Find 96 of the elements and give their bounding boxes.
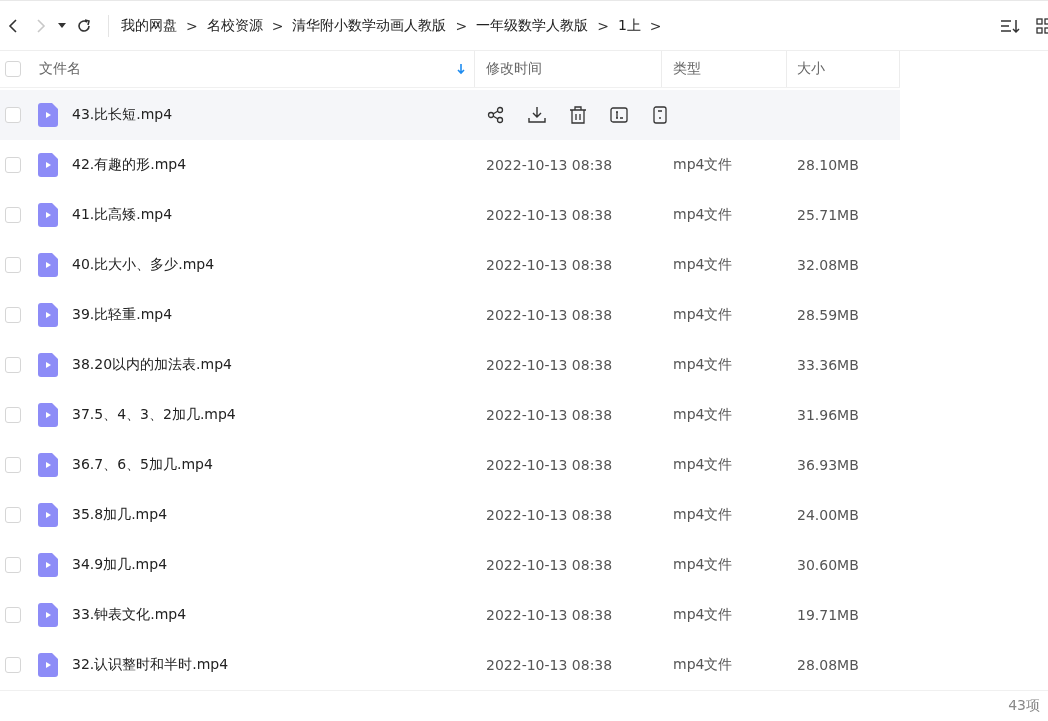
file-size: 33.36MB xyxy=(797,357,859,374)
file-name[interactable]: 42.有趣的形.mp4 xyxy=(72,156,187,175)
column-header[interactable]: 大小 xyxy=(797,60,825,79)
row-checkbox[interactable] xyxy=(5,207,21,224)
row-checkbox[interactable] xyxy=(5,107,21,124)
download-icon xyxy=(528,106,546,125)
video-file-icon xyxy=(38,553,58,578)
video-file-icon xyxy=(38,253,58,278)
breadcrumb-separator: > xyxy=(271,17,284,34)
file-size: 31.96MB xyxy=(797,407,859,424)
rename-icon xyxy=(610,106,628,125)
video-file-icon xyxy=(38,403,58,428)
file-name[interactable]: 39.比轻重.mp4 xyxy=(72,306,173,325)
item-count: 43项 xyxy=(1008,697,1040,716)
file-name[interactable]: 37.5、4、3、2加几.mp4 xyxy=(72,406,236,425)
file-type: mp4文件 xyxy=(673,256,733,275)
column-header[interactable]: 类型 xyxy=(673,60,701,79)
modified-date: 2022-10-13 08:38 xyxy=(486,507,613,524)
video-file-icon xyxy=(38,353,58,378)
breadcrumb-link[interactable]: 1上 xyxy=(617,16,641,35)
modified-date: 2022-10-13 08:38 xyxy=(486,257,613,274)
select-all-checkbox[interactable] xyxy=(5,61,21,78)
file-type: mp4文件 xyxy=(673,656,733,675)
file-type: mp4文件 xyxy=(673,206,733,225)
row-checkbox[interactable] xyxy=(5,157,21,174)
modified-date: 2022-10-13 08:38 xyxy=(486,307,613,324)
file-type: mp4文件 xyxy=(673,456,733,475)
modified-date: 2022-10-13 08:38 xyxy=(486,657,613,674)
file-size: 24.00MB xyxy=(797,507,859,524)
modified-date: 2022-10-13 08:38 xyxy=(486,607,613,624)
file-size: 36.93MB xyxy=(797,457,859,474)
video-file-icon xyxy=(38,103,58,128)
refresh-icon xyxy=(76,17,92,34)
share-icon xyxy=(487,106,505,125)
file-size: 32.08MB xyxy=(797,257,859,274)
sort-icon xyxy=(1000,17,1020,34)
row-highlight[interactable]: 43.比长短.mp4 xyxy=(0,90,900,141)
video-file-icon xyxy=(38,503,58,528)
file-name[interactable]: 40.比大小、多少.mp4 xyxy=(72,256,215,275)
file-type: mp4文件 xyxy=(673,406,733,425)
row-checkbox[interactable] xyxy=(5,307,21,324)
file-size: 25.71MB xyxy=(797,207,859,224)
breadcrumb-separator: > xyxy=(186,17,198,34)
breadcrumb-link[interactable]: 清华附小数学动画人教版 xyxy=(292,16,447,35)
row-checkbox[interactable] xyxy=(5,607,21,624)
video-file-icon xyxy=(38,603,58,628)
file-type: mp4文件 xyxy=(673,606,733,625)
modified-date: 2022-10-13 08:38 xyxy=(486,207,613,224)
modified-date: 2022-10-13 08:38 xyxy=(486,157,613,174)
grid-view-button[interactable] xyxy=(1034,15,1048,36)
trash-icon xyxy=(569,106,587,125)
breadcrumb-link[interactable]: 一年级数学人教版 xyxy=(476,16,589,35)
dropdown-icon xyxy=(58,23,66,29)
video-file-icon xyxy=(38,303,58,328)
file-type: mp4文件 xyxy=(673,506,733,525)
file-type: mp4文件 xyxy=(673,356,733,375)
row-checkbox[interactable] xyxy=(5,557,21,574)
file-name[interactable]: 38.20以内的加法表.mp4 xyxy=(72,356,232,375)
breadcrumb-separator: > xyxy=(649,17,662,34)
grid-icon xyxy=(1036,17,1048,34)
video-file-icon xyxy=(38,153,58,178)
breadcrumb-link[interactable]: 名校资源 xyxy=(206,16,263,35)
file-size: 28.59MB xyxy=(797,307,859,324)
modified-date: 2022-10-13 08:38 xyxy=(486,407,613,424)
breadcrumb-separator: > xyxy=(597,17,609,34)
file-type: mp4文件 xyxy=(673,556,733,575)
modified-date: 2022-10-13 08:38 xyxy=(486,357,613,374)
file-name[interactable]: 32.认识整时和半时.mp4 xyxy=(72,656,229,675)
document-icon xyxy=(651,106,669,125)
breadcrumb-link[interactable]: 我的网盘 xyxy=(121,16,177,35)
file-name[interactable]: 33.钟表文化.mp4 xyxy=(72,606,187,625)
modified-date: 2022-10-13 08:38 xyxy=(486,557,613,574)
row-checkbox[interactable] xyxy=(5,657,21,674)
file-name[interactable]: 35.8加几.mp4 xyxy=(72,506,168,525)
file-type: mp4文件 xyxy=(673,156,733,175)
row-checkbox[interactable] xyxy=(5,357,21,374)
row-checkbox[interactable] xyxy=(5,257,21,274)
breadcrumb-separator: > xyxy=(455,17,468,34)
file-name[interactable]: 34.9加几.mp4 xyxy=(72,556,168,575)
file-name[interactable]: 36.7、6、5加几.mp4 xyxy=(72,456,213,475)
file-size: 28.08MB xyxy=(797,657,859,674)
row-checkbox[interactable] xyxy=(5,407,21,424)
file-name[interactable]: 41.比高矮.mp4 xyxy=(72,206,173,225)
file-size: 30.60MB xyxy=(797,557,859,574)
video-file-icon xyxy=(38,453,58,478)
modified-date: 2022-10-13 08:38 xyxy=(486,457,613,474)
video-file-icon xyxy=(38,203,58,228)
video-file-icon xyxy=(38,653,58,678)
column-header[interactable]: 文件名 xyxy=(39,60,456,79)
row-checkbox[interactable] xyxy=(5,457,21,474)
column-header[interactable]: 修改时间 xyxy=(486,60,542,79)
file-name[interactable]: 43.比长短.mp4 xyxy=(72,106,173,125)
file-size: 19.71MB xyxy=(797,607,859,624)
file-size: 28.10MB xyxy=(797,157,859,174)
file-type: mp4文件 xyxy=(673,306,733,325)
row-checkbox[interactable] xyxy=(5,507,21,524)
